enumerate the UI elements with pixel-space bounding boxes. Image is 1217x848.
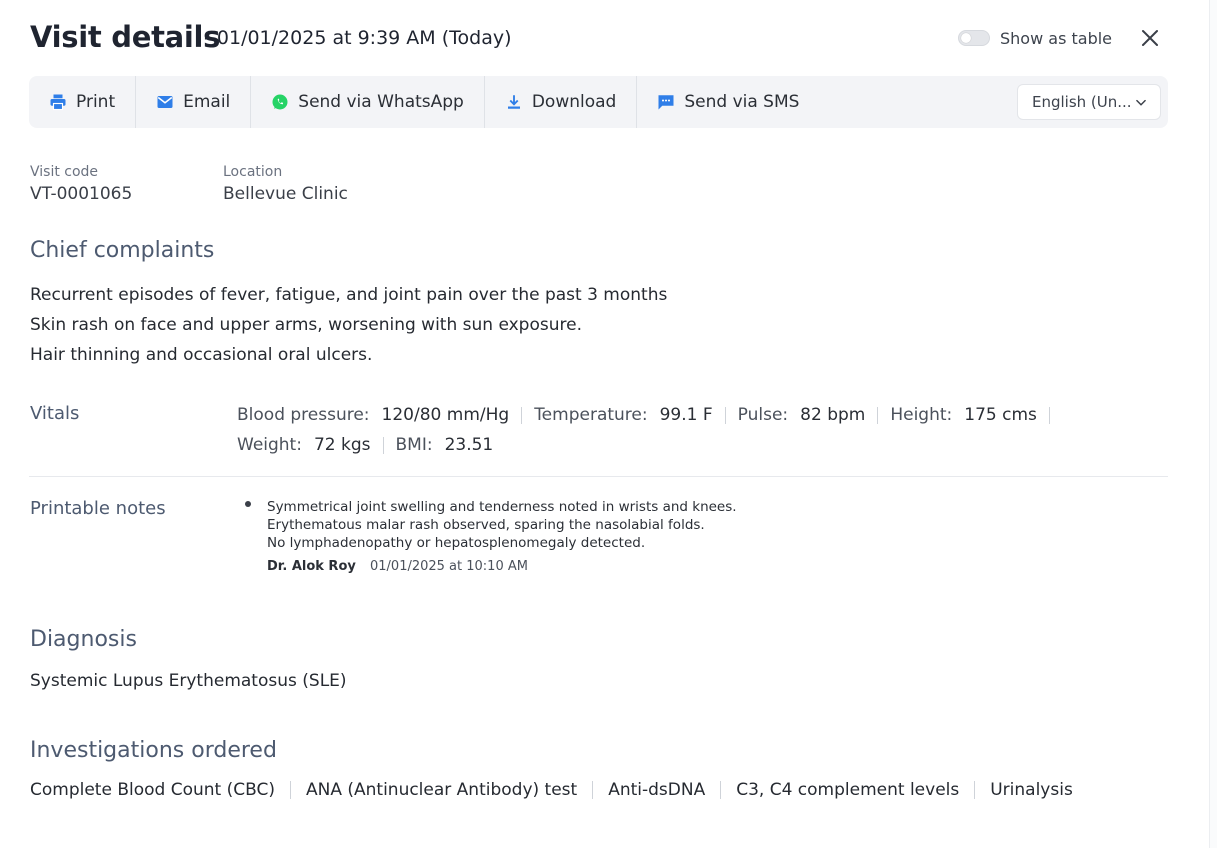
list-item: Anti-dsDNA [608, 780, 706, 800]
list-item: C3, C4 complement levels [736, 780, 960, 800]
list-item: Skin rash on face and upper arms, worsen… [30, 315, 582, 335]
note-timestamp: 01/01/2025 at 10:10 AM [370, 559, 528, 574]
vital-label: Pulse: [737, 405, 789, 425]
vital-temperature: Temperature: 99.1 F [534, 405, 712, 425]
note-line: Erythematous malar rash observed, sparin… [267, 517, 705, 533]
note-author: Dr. Alok Roy [267, 559, 356, 574]
vital-value: 175 cms [964, 405, 1037, 425]
bullet-icon [245, 501, 251, 507]
close-button[interactable] [1138, 26, 1162, 50]
action-toolbar: Print Email Send via WhatsApp Download S… [29, 76, 1168, 128]
divider [877, 406, 879, 424]
vital-blood-pressure: Blood pressure: 120/80 mm/Hg [237, 405, 509, 425]
location-value: Bellevue Clinic [223, 184, 348, 204]
list-item: Urinalysis [990, 780, 1073, 800]
vital-value: 120/80 mm/Hg [381, 405, 510, 425]
vital-value: 82 bpm [800, 405, 866, 425]
page-title: Visit details [30, 20, 221, 54]
vital-bmi: BMI: 23.51 [396, 435, 494, 455]
vitals-list: Blood pressure: 120/80 mm/Hg Temperature… [237, 400, 1137, 460]
whatsapp-label: Send via WhatsApp [298, 92, 464, 112]
divider [289, 781, 291, 799]
header: Visit details - 01/01/2025 at 9:39 AM (T… [30, 20, 1167, 56]
vitals-title: Vitals [30, 403, 80, 424]
vital-value: 23.51 [444, 435, 494, 455]
list-item: Recurrent episodes of fever, fatigue, an… [30, 285, 668, 305]
email-label: Email [183, 92, 231, 112]
note-line: No lymphadenopathy or hepatosplenomegaly… [267, 535, 646, 551]
list-item: Complete Blood Count (CBC) [30, 780, 275, 800]
mail-icon [157, 96, 173, 108]
divider [720, 781, 722, 799]
vital-value: 99.1 F [659, 405, 713, 425]
download-icon [507, 95, 520, 109]
chevron-down-icon [1136, 99, 1146, 106]
chief-complaints-title: Chief complaints [30, 238, 215, 263]
vital-weight: Weight: 72 kgs [237, 435, 371, 455]
vital-label: Height: [890, 405, 953, 425]
vital-value: 72 kgs [313, 435, 371, 455]
vital-height: Height: 175 cms [890, 405, 1037, 425]
divider [724, 406, 726, 424]
investigations-list: Complete Blood Count (CBC) ANA (Antinucl… [30, 776, 1073, 804]
sms-label: Send via SMS [684, 92, 800, 112]
investigations-title: Investigations ordered [30, 738, 277, 763]
diagnosis-title: Diagnosis [30, 627, 137, 652]
print-label: Print [76, 92, 116, 112]
vital-label: Temperature: [534, 405, 648, 425]
list-item: ANA (Antinuclear Antibody) test [305, 780, 578, 800]
email-button[interactable]: Email [136, 76, 252, 128]
toggle-switch[interactable] [958, 30, 990, 46]
toggle-label: Show as table [1000, 28, 1113, 48]
chief-complaints-list: Recurrent episodes of fever, fatigue, an… [30, 280, 667, 370]
vital-pulse: Pulse: 82 bpm [738, 405, 866, 425]
language-value: English (Un... [1032, 93, 1132, 111]
diagnosis-value: Systemic Lupus Erythematosus (SLE) [30, 671, 347, 691]
divider [1048, 406, 1050, 424]
download-label: Download [531, 92, 617, 112]
scrollbar[interactable] [1209, 0, 1217, 848]
sms-icon [658, 95, 674, 110]
list-item: Hair thinning and occasional oral ulcers… [30, 345, 373, 365]
note-meta: Dr. Alok Roy 01/01/2025 at 10:10 AM [267, 559, 528, 574]
visit-details-panel: Visit details - 01/01/2025 at 9:39 AM (T… [0, 0, 1217, 848]
divider [592, 781, 594, 799]
close-icon [1142, 30, 1158, 46]
location-label: Location [223, 164, 283, 180]
visit-code-label: Visit code [30, 164, 99, 180]
note-line: Symmetrical joint swelling and tendernes… [267, 499, 737, 515]
send-whatsapp-button[interactable]: Send via WhatsApp [251, 76, 485, 128]
vital-label: Weight: [237, 435, 302, 455]
vital-label: Blood pressure: [237, 405, 370, 425]
whatsapp-icon [272, 94, 288, 110]
visit-code-value: VT-0001065 [30, 184, 133, 204]
divider [974, 781, 976, 799]
download-button[interactable]: Download [485, 76, 638, 128]
print-button[interactable]: Print [29, 76, 137, 128]
show-as-table-toggle[interactable]: Show as table [958, 27, 1112, 49]
note-body: Symmetrical joint swelling and tendernes… [267, 498, 737, 552]
printer-icon [50, 94, 66, 111]
divider [521, 406, 523, 424]
language-select[interactable]: English (Un... [1017, 84, 1161, 120]
divider [382, 436, 384, 454]
section-divider [29, 476, 1168, 477]
printable-notes-title: Printable notes [30, 498, 166, 519]
vital-label: BMI: [395, 435, 433, 455]
send-sms-button[interactable]: Send via SMS [637, 76, 819, 128]
visit-datetime: - 01/01/2025 at 9:39 AM (Today) [204, 27, 512, 49]
